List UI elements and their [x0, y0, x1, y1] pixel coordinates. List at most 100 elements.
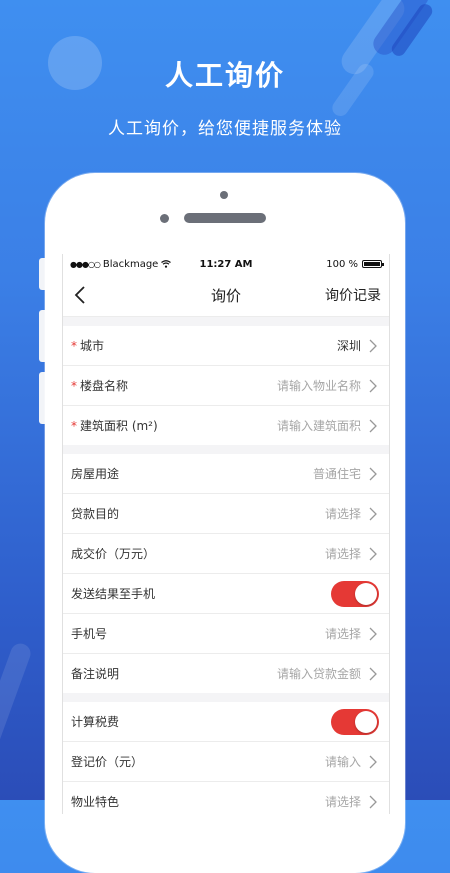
chevron-right-icon: [369, 467, 377, 480]
form-row-label-text: 建筑面积 (m²): [80, 419, 158, 433]
phone-screen: ●●●○○ Blackmage 11:27 AM 100 % 询价 询价记录 *…: [62, 254, 390, 814]
form-section: * 城市 深圳 * 楼盘名称 请输入物业名称 * 建筑面积 (m²) 请输入建筑面积: [63, 326, 389, 445]
form-row[interactable]: 发送结果至手机: [63, 574, 389, 614]
decorative-stripe: [0, 640, 34, 780]
form-row-value: 请选择: [325, 793, 379, 810]
form-row-label: 物业特色: [71, 793, 119, 810]
status-right: 100 %: [326, 258, 384, 270]
toggle-switch[interactable]: [331, 580, 379, 607]
form-row-label-text: 登记价（元）: [71, 755, 144, 769]
form-row-label-text: 备注说明: [71, 667, 120, 681]
form-row-placeholder: 请选择: [324, 795, 361, 809]
inquiry-form: * 城市 深圳 * 楼盘名称 请输入物业名称 * 建筑面积 (m²) 请输入建筑面积 房屋用途 普通…: [63, 317, 389, 814]
section-gap: [63, 317, 389, 326]
required-asterisk: *: [71, 338, 77, 353]
form-row-placeholder: 请输入: [324, 755, 361, 769]
form-row-value: 请选择: [325, 545, 379, 562]
form-row-label: * 城市: [71, 337, 104, 354]
chevron-right-icon: [369, 547, 377, 560]
form-row[interactable]: 手机号 请选择: [63, 614, 389, 654]
form-row[interactable]: 成交价（万元） 请选择: [63, 534, 389, 574]
form-row-label-text: 成交价（万元）: [71, 547, 156, 561]
form-row-value: 请输入物业名称: [277, 377, 379, 394]
form-row-label: * 楼盘名称: [71, 377, 128, 394]
status-bar: ●●●○○ Blackmage 11:27 AM 100 %: [63, 254, 389, 274]
phone-speaker: [184, 213, 266, 223]
carrier-name: Blackmage: [102, 258, 159, 270]
hero-title: 人工询价: [164, 59, 285, 92]
required-asterisk: *: [71, 378, 77, 393]
toggle-switch[interactable]: [331, 708, 379, 735]
chevron-right-icon: [369, 755, 377, 768]
chevron-right-icon: [369, 667, 377, 680]
form-row[interactable]: * 建筑面积 (m²) 请输入建筑面积: [63, 406, 389, 445]
form-row[interactable]: 房屋用途 普通住宅: [63, 454, 389, 494]
toggle-knob: [355, 710, 377, 733]
chevron-right-icon: [369, 419, 377, 432]
form-row-placeholder: 普通住宅: [312, 467, 361, 481]
form-row-placeholder: 请选择: [324, 507, 361, 521]
form-row-label-text: 贷款目的: [71, 507, 120, 521]
chevron-right-icon: [369, 627, 377, 640]
form-row-label-text: 手机号: [71, 627, 108, 641]
form-row-value: 请选择: [325, 625, 379, 642]
form-row-value-text: 深圳: [336, 339, 361, 353]
form-row-label: 成交价（万元）: [71, 545, 155, 562]
form-row[interactable]: 贷款目的 请选择: [63, 494, 389, 534]
form-row-label: 登记价（元）: [71, 753, 143, 770]
battery-level: [364, 262, 380, 266]
form-row[interactable]: 物业特色 请选择: [63, 782, 389, 814]
form-row-label: 备注说明: [71, 665, 119, 682]
battery-icon: [362, 260, 384, 268]
form-row-label-text: 计算税费: [71, 715, 120, 729]
chevron-right-icon: [369, 379, 377, 392]
status-left: ●●●○○ Blackmage: [70, 258, 172, 270]
form-row[interactable]: * 城市 深圳: [63, 326, 389, 366]
form-row-label: * 建筑面积 (m²): [71, 417, 158, 434]
form-row-label-text: 房屋用途: [71, 467, 120, 481]
back-button[interactable]: [63, 274, 97, 316]
form-row-value: 请选择: [325, 505, 379, 522]
form-section: 房屋用途 普通住宅 贷款目的 请选择 成交价（万元） 请选择 发送结果至手机 手机号 请选择 备注…: [63, 454, 389, 693]
form-row[interactable]: * 楼盘名称 请输入物业名称: [63, 366, 389, 406]
form-row-value: 请输入建筑面积: [277, 417, 379, 434]
form-row[interactable]: 登记价（元） 请输入: [63, 742, 389, 782]
section-gap: [63, 693, 389, 702]
toggle-knob: [355, 582, 377, 605]
form-row[interactable]: 备注说明 请输入贷款金额: [63, 654, 389, 693]
form-row-label: 房屋用途: [71, 465, 119, 482]
form-row-label: 发送结果至手机: [71, 585, 155, 602]
hero-subtitle: 人工询价，给您便捷服务体验: [108, 119, 342, 139]
form-row-placeholder: 请选择: [324, 627, 361, 641]
chevron-right-icon: [369, 795, 377, 808]
phone-camera: [220, 191, 228, 199]
form-row-value: 请输入贷款金额: [277, 665, 379, 682]
form-row-placeholder: 请输入物业名称: [276, 379, 361, 393]
form-row-value: 深圳: [337, 337, 379, 354]
chevron-right-icon: [369, 507, 377, 520]
form-section: 计算税费登记价（元） 请输入物业特色 请选择: [63, 702, 389, 814]
wifi-icon: [161, 260, 172, 268]
section-gap: [63, 445, 389, 454]
form-row-value: 普通住宅: [313, 465, 379, 482]
form-row-label: 手机号: [71, 625, 107, 642]
phone-sensor: [160, 214, 169, 223]
battery-percent: 100 %: [326, 258, 358, 270]
form-row-label: 计算税费: [71, 713, 119, 730]
chevron-right-icon: [369, 339, 377, 352]
form-row-label-text: 城市: [80, 339, 105, 353]
form-row-label-text: 发送结果至手机: [71, 587, 156, 601]
required-asterisk: *: [71, 418, 77, 433]
form-row-placeholder: 请选择: [324, 547, 361, 561]
form-row-label: 贷款目的: [71, 505, 119, 522]
inquiry-history-button[interactable]: 询价记录: [325, 285, 381, 305]
form-row[interactable]: 计算税费: [63, 702, 389, 742]
form-row-label-text: 物业特色: [71, 795, 120, 809]
nav-bar: 询价 询价记录: [63, 274, 389, 317]
form-row-placeholder: 请输入建筑面积: [276, 419, 361, 433]
form-row-label-text: 楼盘名称: [80, 379, 129, 393]
form-row-placeholder: 请输入贷款金额: [276, 667, 361, 681]
form-row-value: 请输入: [325, 753, 379, 770]
chevron-left-icon: [74, 286, 85, 304]
signal-icon: ●●●○○: [70, 259, 101, 269]
